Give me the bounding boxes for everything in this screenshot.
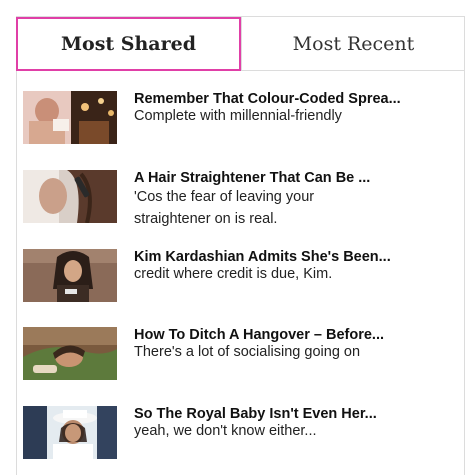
article-title[interactable]: So The Royal Baby Isn't Even Her... bbox=[134, 406, 456, 422]
article-teaser: Complete with millennial-friendly bbox=[134, 108, 342, 124]
hair-straightener-photo bbox=[23, 170, 117, 223]
article-title[interactable]: Kim Kardashian Admits She's Been... bbox=[134, 249, 456, 265]
woman-restaurant-photo bbox=[23, 91, 117, 144]
article-title[interactable]: A Hair Straightener That Can Be ... bbox=[134, 170, 456, 186]
article-item[interactable]: How To Ditch A Hangover – Before... Ther… bbox=[17, 327, 464, 387]
most-popular-widget: Most Shared Most Recent Remember That Co… bbox=[16, 16, 465, 475]
article-teaser: yeah, we don't know either... bbox=[134, 423, 317, 439]
article-thumbnail[interactable] bbox=[23, 91, 117, 144]
tab-most-shared[interactable]: Most Shared bbox=[16, 17, 241, 71]
kim-kardashian-photo bbox=[23, 249, 117, 302]
royal-woman-hat-photo bbox=[23, 406, 117, 459]
article-item[interactable]: Remember That Colour-Coded Sprea... Comp… bbox=[17, 91, 464, 147]
article-thumbnail[interactable] bbox=[23, 327, 117, 380]
tab-most-recent[interactable]: Most Recent bbox=[241, 17, 465, 71]
hangover-bed-photo bbox=[23, 327, 117, 380]
article-teaser: credit where credit is due, Kim. bbox=[134, 266, 333, 282]
article-title[interactable]: Remember That Colour-Coded Sprea... bbox=[134, 91, 456, 107]
article-title[interactable]: How To Ditch A Hangover – Before... bbox=[134, 327, 456, 343]
article-item[interactable]: So The Royal Baby Isn't Even Her... yeah… bbox=[17, 406, 464, 466]
article-thumbnail[interactable] bbox=[23, 249, 117, 302]
article-item[interactable]: A Hair Straightener That Can Be ... 'Cos… bbox=[17, 170, 464, 230]
article-teaser: 'Cos the fear of leaving your straighten… bbox=[134, 189, 315, 227]
article-thumbnail[interactable] bbox=[23, 406, 117, 459]
article-thumbnail[interactable] bbox=[23, 170, 117, 223]
article-teaser: There's a lot of socialising going on bbox=[134, 344, 361, 360]
article-item[interactable]: Kim Kardashian Admits She's Been... cred… bbox=[17, 249, 464, 309]
tab-bar: Most Shared Most Recent bbox=[16, 17, 465, 71]
